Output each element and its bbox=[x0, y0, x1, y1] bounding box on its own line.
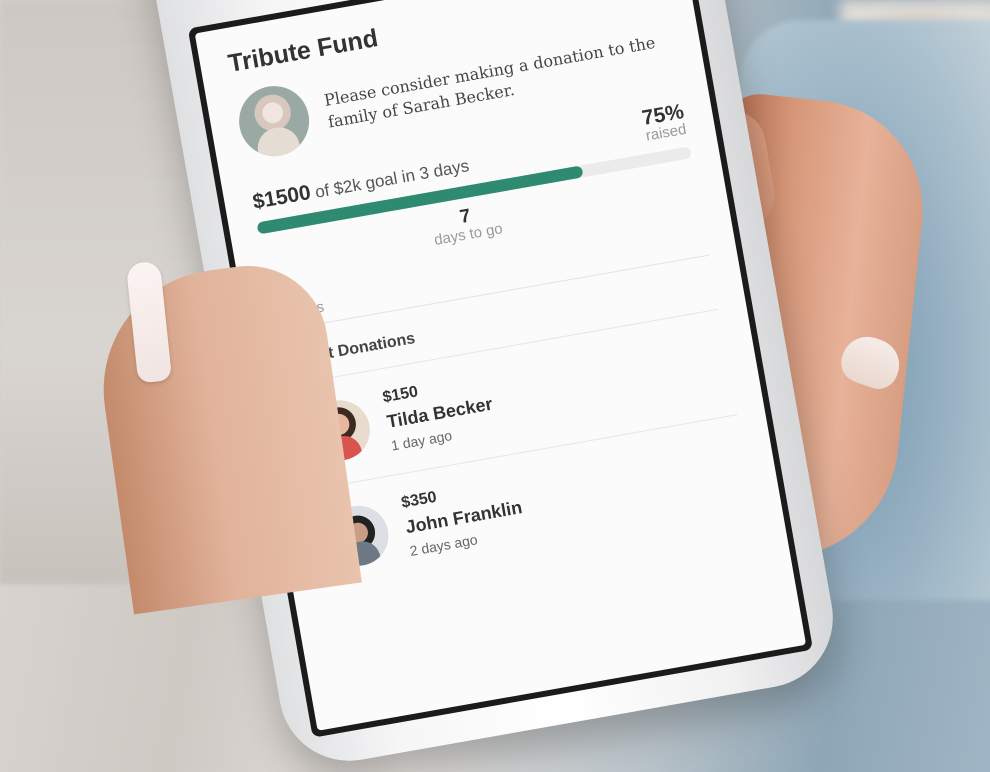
amount-raised: $1500 bbox=[250, 181, 313, 214]
donation-details: $350 John Franklin 2 days ago bbox=[400, 472, 528, 561]
donation-details: $150 Tilda Becker 1 day ago bbox=[381, 369, 498, 456]
percent-block: 75% raised bbox=[640, 100, 689, 146]
days-to-go-stat: 7 days to go bbox=[430, 202, 504, 249]
avatar bbox=[233, 80, 315, 162]
